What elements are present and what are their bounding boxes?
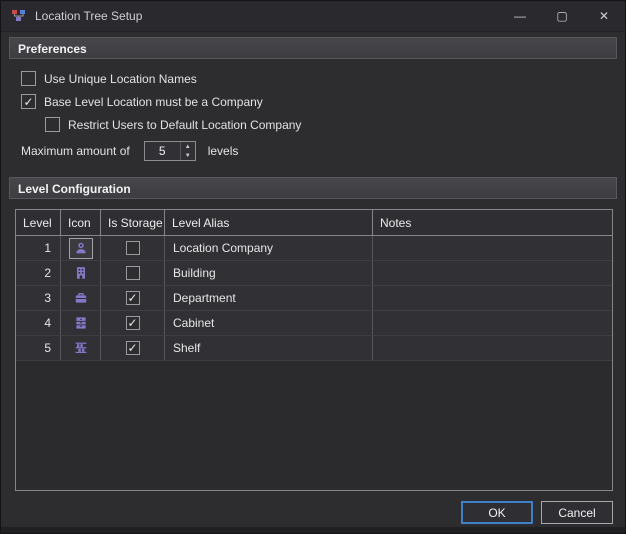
- max-levels-unit-label: levels: [208, 144, 239, 158]
- cell-notes[interactable]: [373, 336, 612, 360]
- cell-is-storage: [101, 261, 165, 285]
- spinner-arrows: ▲ ▼: [180, 142, 195, 160]
- cell-notes[interactable]: [373, 236, 612, 260]
- preferences-section: Use Unique Location Names ✓ Base Level Loc…: [21, 67, 609, 164]
- cell-notes[interactable]: [373, 261, 612, 285]
- cell-level: 1: [16, 236, 61, 260]
- cell-level-alias[interactable]: Building: [165, 261, 373, 285]
- max-levels-row: Maximum amount of 5 ▲ ▼ levels: [21, 138, 609, 164]
- cell-icon[interactable]: [61, 236, 101, 260]
- window-title: Location Tree Setup: [35, 9, 142, 23]
- table-row[interactable]: 4 ✓ Cabinet: [16, 311, 612, 336]
- column-header-notes[interactable]: Notes: [373, 210, 612, 235]
- location-tree-setup-dialog: Location Tree Setup — ▢ ✕ Preferences Us…: [0, 0, 626, 534]
- is-storage-checkbox[interactable]: ✓: [126, 341, 140, 355]
- spinner-up-button[interactable]: ▲: [181, 142, 195, 151]
- column-header-level[interactable]: Level: [16, 210, 61, 235]
- max-levels-value[interactable]: 5: [145, 142, 180, 160]
- cell-notes[interactable]: [373, 286, 612, 310]
- max-levels-label: Maximum amount of: [21, 144, 130, 158]
- table-header-row: LevelIconIs StorageLevel AliasNotes: [16, 210, 612, 236]
- cancel-button[interactable]: Cancel: [541, 501, 613, 524]
- checkbox[interactable]: [45, 117, 60, 132]
- minimize-button[interactable]: —: [499, 1, 541, 31]
- cell-level-alias[interactable]: Department: [165, 286, 373, 310]
- column-header-icon[interactable]: Icon: [61, 210, 101, 235]
- shelf-icon[interactable]: [69, 338, 93, 359]
- building-icon[interactable]: [69, 263, 93, 284]
- cell-level: 3: [16, 286, 61, 310]
- table-row[interactable]: 3 ✓ Department: [16, 286, 612, 311]
- checkbox-label: Restrict Users to Default Location Compa…: [68, 118, 301, 132]
- close-button[interactable]: ✕: [583, 1, 625, 31]
- cell-level-alias[interactable]: Shelf: [165, 336, 373, 360]
- preferences-checkbox-list: Use Unique Location Names ✓ Base Level Loc…: [21, 67, 609, 136]
- level-config-table: LevelIconIs StorageLevel AliasNotes 1 Loc…: [15, 209, 613, 491]
- is-storage-checkbox[interactable]: ✓: [126, 291, 140, 305]
- is-storage-checkbox[interactable]: [126, 266, 140, 280]
- cell-icon[interactable]: [61, 336, 101, 360]
- table-row[interactable]: 2 Building: [16, 261, 612, 286]
- is-storage-checkbox[interactable]: [126, 241, 140, 255]
- cell-notes[interactable]: [373, 311, 612, 335]
- cell-level: 5: [16, 336, 61, 360]
- checkbox[interactable]: [21, 71, 36, 86]
- app-icon: [10, 8, 28, 24]
- max-levels-input[interactable]: 5 ▲ ▼: [144, 141, 196, 161]
- cell-is-storage: ✓: [101, 286, 165, 310]
- cabinet-icon[interactable]: [69, 313, 93, 334]
- table-body: 1 Location Company 2 Building 3 ✓ Department 4 ✓…: [16, 236, 612, 361]
- cell-is-storage: ✓: [101, 311, 165, 335]
- column-header-is-storage[interactable]: Is Storage: [101, 210, 165, 235]
- department-icon[interactable]: [69, 288, 93, 309]
- ok-button[interactable]: OK: [461, 501, 533, 524]
- cell-icon[interactable]: [61, 261, 101, 285]
- maximize-button[interactable]: ▢: [541, 1, 583, 31]
- preference-row: Use Unique Location Names: [21, 67, 609, 90]
- cell-level: 4: [16, 311, 61, 335]
- checkbox-label: Use Unique Location Names: [44, 72, 197, 86]
- table-row[interactable]: 5 ✓ Shelf: [16, 336, 612, 361]
- cell-level: 2: [16, 261, 61, 285]
- column-header-level-alias[interactable]: Level Alias: [165, 210, 373, 235]
- spinner-down-button[interactable]: ▼: [181, 151, 195, 160]
- preference-row: ✓ Base Level Location must be a Company: [21, 90, 609, 113]
- preferences-header: Preferences: [9, 37, 617, 59]
- preference-row: Restrict Users to Default Location Compa…: [21, 113, 609, 136]
- location-company-icon[interactable]: [69, 238, 93, 259]
- cell-icon[interactable]: [61, 286, 101, 310]
- cell-is-storage: [101, 236, 165, 260]
- is-storage-checkbox[interactable]: ✓: [126, 316, 140, 330]
- cell-icon[interactable]: [61, 311, 101, 335]
- checkbox-label: Base Level Location must be a Company: [44, 95, 263, 109]
- cell-is-storage: ✓: [101, 336, 165, 360]
- checkbox[interactable]: ✓: [21, 94, 36, 109]
- cell-level-alias[interactable]: Cabinet: [165, 311, 373, 335]
- titlebar: Location Tree Setup — ▢ ✕: [1, 1, 625, 32]
- cell-level-alias[interactable]: Location Company: [165, 236, 373, 260]
- table-row[interactable]: 1 Location Company: [16, 236, 612, 261]
- level-configuration-header: Level Configuration: [9, 177, 617, 199]
- window-bottom-edge: [1, 527, 625, 533]
